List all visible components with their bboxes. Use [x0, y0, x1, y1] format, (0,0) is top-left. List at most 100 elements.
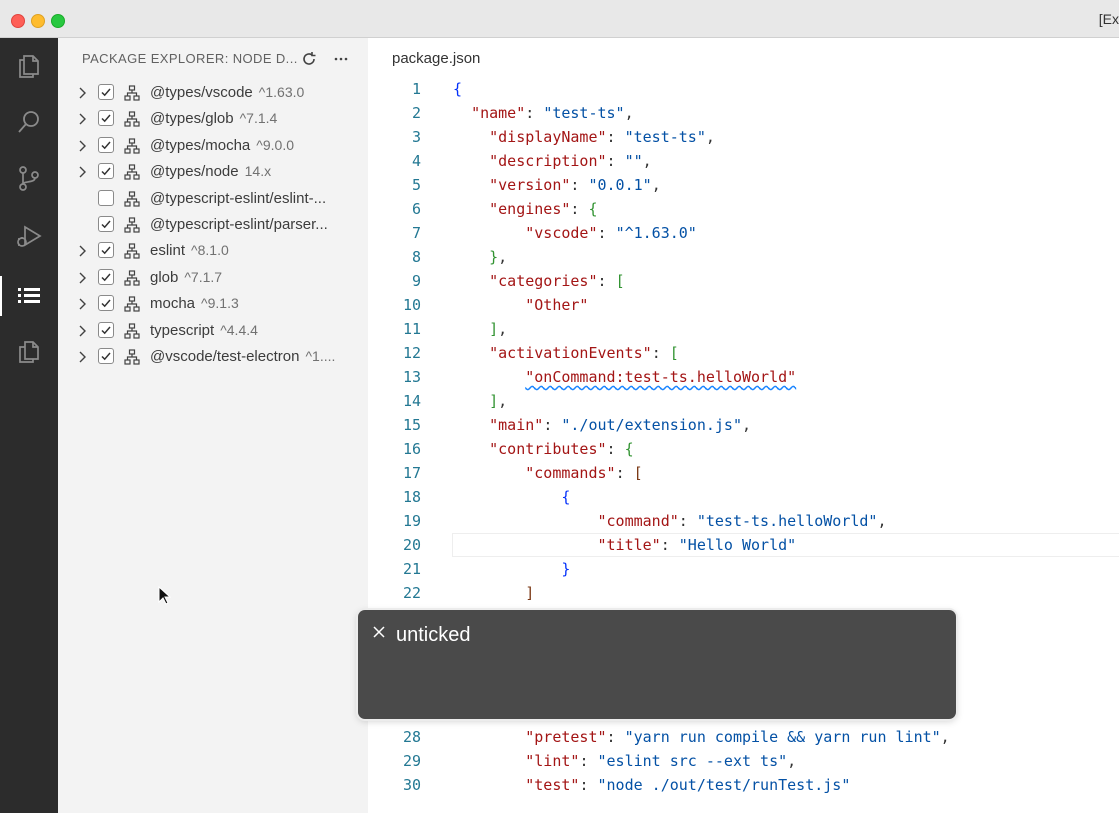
code-line[interactable]: 21 } — [368, 557, 1119, 581]
package-row[interactable]: @vscode/test-electron ^1.... — [58, 344, 368, 370]
code-line[interactable]: 9 "categories": [ — [368, 269, 1119, 293]
line-number: 8 — [411, 248, 421, 266]
package-explorer-sidebar: PACKAGE EXPLORER: NODE D... @types/vscod… — [58, 38, 368, 813]
line-number: 20 — [402, 536, 421, 554]
mouse-pointer-icon — [158, 586, 172, 605]
package-row[interactable]: eslint ^8.1.0 — [58, 238, 368, 264]
check-icon — [101, 299, 111, 308]
chevron-right-icon[interactable] — [75, 324, 89, 338]
chevron-right-icon[interactable] — [75, 271, 89, 285]
window-title: [Ex — [1098, 11, 1119, 27]
package-name: mocha — [150, 295, 196, 313]
code-line[interactable]: 11 ], — [368, 317, 1119, 341]
code-line[interactable]: 16 "contributes": { — [368, 437, 1119, 461]
code-line[interactable]: 18 { — [368, 485, 1119, 509]
code-line[interactable]: 10 "Other" — [368, 293, 1119, 317]
package-tree: @types/vscode ^1.63.0 @types/glob ^7.1.4 @ty… — [58, 80, 368, 370]
package-checkbox[interactable] — [98, 242, 114, 259]
code-line[interactable]: 19 "command": "test-ts.helloWorld", — [368, 509, 1119, 533]
line-number: 12 — [402, 344, 421, 362]
package-version: ^1.63.0 — [258, 84, 305, 100]
package-row[interactable]: @types/node 14.x — [58, 159, 368, 185]
activity-run-debug[interactable] — [0, 208, 58, 264]
chevron-right-icon[interactable] — [75, 350, 89, 364]
more-actions-button[interactable] — [330, 48, 352, 70]
code-line[interactable]: 17 "commands": [ — [368, 461, 1119, 485]
close-window-button[interactable] — [11, 14, 25, 28]
package-checkbox[interactable] — [98, 321, 114, 338]
package-checkbox[interactable] — [98, 163, 114, 180]
package-name: @types/vscode — [150, 84, 253, 101]
line-number: 13 — [402, 368, 421, 386]
package-checkbox[interactable] — [98, 347, 114, 364]
chevron-right-icon[interactable] — [75, 244, 89, 258]
editor-tab-title[interactable]: package.json — [392, 50, 480, 67]
code-line[interactable]: 20 "title": "Hello World" — [368, 533, 1119, 557]
zoom-window-button[interactable] — [51, 14, 65, 28]
code-line[interactable]: 15 "main": "./out/extension.js", — [368, 413, 1119, 437]
line-number: 3 — [411, 128, 421, 146]
line-number: 11 — [402, 320, 421, 338]
code-line[interactable]: 7 "vscode": "^1.63.0" — [368, 221, 1119, 245]
line-content: "description": "", — [489, 152, 652, 170]
activity-search[interactable] — [0, 94, 58, 150]
code-line[interactable]: 3 "displayName": "test-ts", — [368, 125, 1119, 149]
package-checkbox[interactable] — [98, 295, 114, 312]
package-name: eslint — [150, 242, 186, 260]
package-checkbox[interactable] — [98, 84, 114, 100]
chevron-right-icon[interactable] — [75, 165, 89, 179]
package-name: @typescript-eslint/parser... — [150, 215, 328, 233]
package-row[interactable]: mocha ^9.1.3 — [58, 291, 368, 317]
code-line[interactable]: 12 "activationEvents": [ — [368, 341, 1119, 365]
dependency-icon — [124, 85, 140, 101]
package-checkbox[interactable] — [98, 189, 114, 206]
toast-message: unticked — [396, 624, 471, 646]
code-line[interactable]: 4 "description": "", — [368, 149, 1119, 173]
package-row[interactable]: @types/glob ^7.1.4 — [58, 106, 368, 132]
code-line[interactable]: 8 }, — [368, 245, 1119, 269]
line-content: } — [561, 560, 571, 578]
files-icon — [19, 55, 39, 78]
package-row[interactable]: @types/vscode ^1.63.0 — [58, 80, 368, 106]
minimize-window-button[interactable] — [31, 14, 45, 28]
code-line[interactable]: 1{ — [368, 77, 1119, 101]
package-checkbox[interactable] — [98, 136, 114, 153]
line-number: 16 — [402, 440, 421, 458]
chevron-right-icon[interactable] — [75, 86, 89, 100]
package-row[interactable]: @typescript-eslint/eslint-... — [58, 186, 368, 212]
package-name: typescript — [150, 321, 215, 339]
code-line[interactable]: 2 "name": "test-ts", — [368, 101, 1119, 125]
chevron-right-icon[interactable] — [75, 112, 89, 126]
code-line[interactable]: 6 "engines": { — [368, 197, 1119, 221]
package-version: ^8.1.0 — [191, 242, 229, 259]
code-line[interactable]: 29 "lint": "eslint src --ext ts", — [368, 749, 1119, 773]
code-line[interactable]: 22 ] — [368, 581, 1119, 605]
code-line[interactable]: 5 "version": "0.0.1", — [368, 173, 1119, 197]
code-line[interactable]: 13 "onCommand:test-ts.helloWorld" — [368, 365, 1119, 389]
activity-explorer[interactable] — [0, 38, 58, 94]
code-line[interactable]: 28 "pretest": "yarn run compile && yarn … — [368, 725, 1119, 749]
line-content: "commands": [ — [525, 464, 643, 482]
code-line[interactable]: 30 "test": "node ./out/test/runTest.js" — [368, 773, 1119, 797]
package-row[interactable]: @types/mocha ^9.0.0 — [58, 133, 368, 159]
chevron-right-icon[interactable] — [75, 297, 89, 311]
package-checkbox[interactable] — [98, 268, 114, 285]
package-checkbox[interactable] — [98, 215, 114, 232]
close-icon[interactable] — [371, 624, 387, 640]
line-content: "lint": "eslint src --ext ts", — [525, 752, 797, 770]
check-icon — [101, 114, 111, 123]
package-checkbox[interactable] — [98, 110, 114, 127]
line-content: }, — [489, 248, 508, 266]
package-row[interactable]: typescript ^4.4.4 — [58, 318, 368, 344]
refresh-button[interactable] — [298, 48, 320, 70]
activity-extra-view[interactable] — [0, 324, 58, 380]
activity-source-control[interactable] — [0, 150, 58, 206]
activity-package-explorer[interactable] — [0, 268, 58, 324]
chevron-right-icon[interactable] — [75, 139, 89, 153]
package-row[interactable]: @typescript-eslint/parser... — [58, 212, 368, 238]
check-icon — [101, 167, 111, 176]
package-row[interactable]: glob ^7.1.7 — [58, 265, 368, 291]
package-version: ^9.1.3 — [201, 295, 239, 312]
code-line[interactable]: 14 ], — [368, 389, 1119, 413]
check-icon — [101, 273, 111, 282]
